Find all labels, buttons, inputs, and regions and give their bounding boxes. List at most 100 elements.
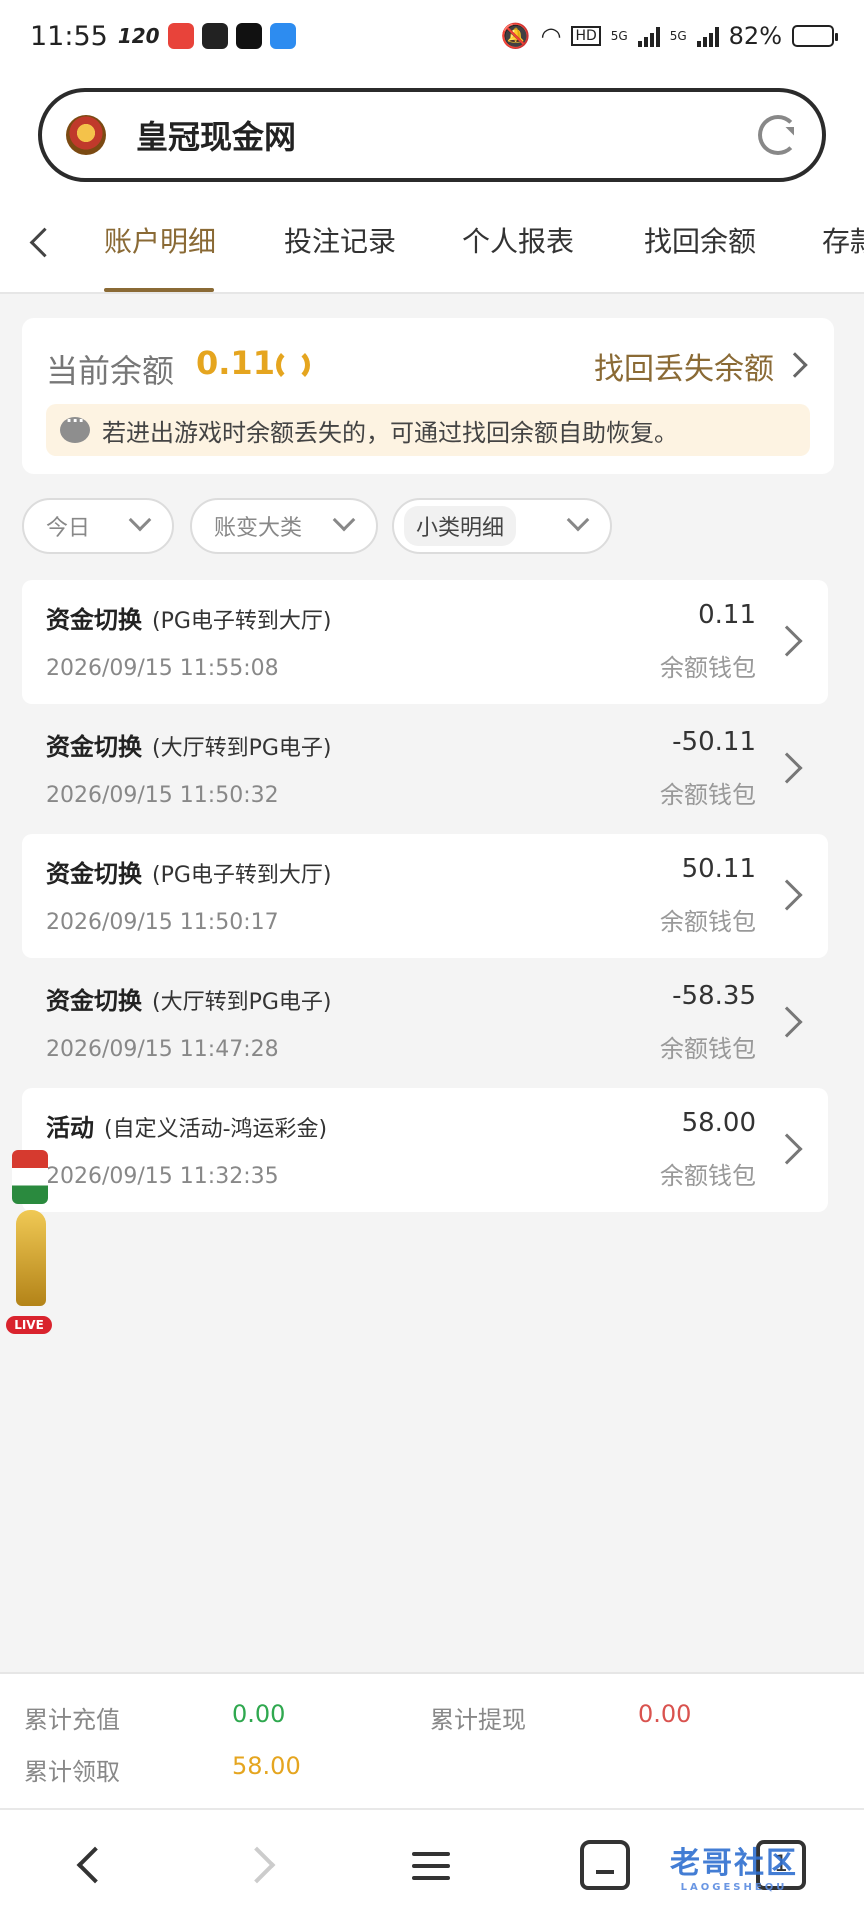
withdraw-total-label: 累计提现 xyxy=(430,1706,526,1734)
record-wallet: 余额钱包 xyxy=(660,1162,756,1190)
summary-panel: 累计充值 0.00 累计提现 0.00 累计领取 58.00 xyxy=(0,1672,864,1808)
list-item[interactable]: 活动 (自定义活动-鸿运彩金) 2026/09/15 11:32:35 58.00… xyxy=(22,1088,828,1212)
record-wallet: 余额钱包 xyxy=(660,908,756,936)
watermark-text: 老哥社区 xyxy=(670,1846,798,1881)
refresh-balance-icon[interactable] xyxy=(276,348,310,382)
reload-icon[interactable] xyxy=(758,115,798,155)
record-detail: (大厅转到PG电子) xyxy=(152,990,332,1015)
deposit-total-label: 累计充值 xyxy=(24,1706,120,1734)
chevron-right-icon xyxy=(771,1133,803,1165)
flag-icon xyxy=(12,1150,48,1204)
record-amount: 0.11 xyxy=(698,600,756,630)
list-item[interactable]: 资金切换 (PG电子转到大厅) 2026/09/15 11:50:17 50.11… xyxy=(22,834,828,958)
refresh-rate: 120 xyxy=(117,24,160,48)
list-item[interactable]: 资金切换 (大厅转到PG电子) 2026/09/15 11:47:28 -58.3… xyxy=(22,961,828,1085)
chevron-right-icon xyxy=(771,879,803,911)
record-title: 活动 xyxy=(46,1114,94,1142)
chevron-down-icon xyxy=(332,508,356,532)
record-date: 2026/09/15 11:55:08 xyxy=(46,656,279,681)
tab-personal-report[interactable]: 个人报表 xyxy=(462,220,574,260)
chevron-right-icon xyxy=(771,1006,803,1038)
tiktok-icon xyxy=(235,23,262,49)
record-date: 2026/09/15 11:50:32 xyxy=(46,783,279,808)
watermark-subtext: LAOGESHEQU xyxy=(680,1882,788,1893)
signal-icon-2 xyxy=(696,25,719,47)
record-title: 资金切换 xyxy=(46,987,142,1015)
home-icon[interactable] xyxy=(580,1840,630,1890)
record-date: 2026/09/15 11:47:28 xyxy=(46,1037,279,1062)
record-title-wrap: 资金切换 (PG电子转到大厅) xyxy=(46,600,331,635)
back-arrow-icon[interactable] xyxy=(20,220,60,264)
notice-text: 若进出游戏时余额丢失的，可通过找回余额自助恢复。 xyxy=(102,418,678,447)
record-wallet: 余额钱包 xyxy=(660,781,756,809)
list-item[interactable]: 资金切换 (PG电子转到大厅) 2026/09/15 11:55:08 0.11 … xyxy=(22,580,828,704)
address-bar[interactable]: 皇冠现金网 xyxy=(38,88,826,182)
battery-percent: 82% xyxy=(728,22,782,50)
record-amount: 58.00 xyxy=(681,1108,756,1138)
filter-subcategory[interactable]: 小类明细 xyxy=(392,498,612,554)
chat-bubble-icon xyxy=(60,411,90,443)
signal-icon xyxy=(637,25,660,47)
filter-subcategory-label: 小类明细 xyxy=(404,506,517,546)
filter-category[interactable]: 账变大类 xyxy=(190,498,378,554)
app-notification-icon xyxy=(167,23,194,49)
chevron-down-icon xyxy=(566,508,590,532)
mute-icon: 🔕 xyxy=(500,22,531,50)
active-tab-indicator xyxy=(104,288,214,292)
floating-live-widget[interactable]: LIVE xyxy=(6,1150,52,1336)
trophy-icon xyxy=(16,1210,46,1306)
battery-icon xyxy=(792,25,838,47)
filter-date-label: 今日 xyxy=(46,516,91,541)
record-detail: (自定义活动-鸿运彩金) xyxy=(104,1117,328,1142)
record-wallet: 余额钱包 xyxy=(660,1035,756,1063)
recover-lost-balance-link[interactable]: 找回丢失余额 xyxy=(594,344,774,388)
record-detail: (大厅转到PG电子) xyxy=(152,736,332,761)
watermark-logo: 老哥社区 LAOGESHEQU xyxy=(670,1838,798,1893)
chevron-right-icon xyxy=(771,625,803,657)
app-store-icon xyxy=(269,23,296,49)
balance-value: 0.11 xyxy=(196,344,275,382)
browser-address-area: 皇冠现金网 xyxy=(0,72,864,192)
record-wallet: 余额钱包 xyxy=(660,654,756,682)
tab-recover-balance[interactable]: 找回余额 xyxy=(644,220,756,260)
chevron-down-icon xyxy=(128,508,152,532)
record-title: 资金切换 xyxy=(46,733,142,761)
balance-label: 当前余额 xyxy=(46,352,175,390)
chevron-right-icon xyxy=(771,752,803,784)
record-title-wrap: 活动 (自定义活动-鸿运彩金) xyxy=(46,1108,327,1143)
claim-total-label: 累计领取 xyxy=(24,1758,120,1786)
network-label-2: 5G xyxy=(669,29,687,43)
back-icon[interactable] xyxy=(64,1840,114,1890)
record-date: 2026/09/15 11:32:35 xyxy=(46,1164,279,1189)
withdraw-total-value: 0.00 xyxy=(638,1700,692,1728)
record-title-wrap: 资金切换 (大厅转到PG电子) xyxy=(46,727,331,762)
chevron-right-icon[interactable] xyxy=(782,352,808,378)
site-title: 皇冠现金网 xyxy=(136,118,297,156)
record-amount: -50.11 xyxy=(672,727,756,757)
record-title: 资金切换 xyxy=(46,860,142,888)
record-date: 2026/09/15 11:50:17 xyxy=(46,910,279,935)
status-time: 11:55 xyxy=(30,20,108,52)
forward-icon[interactable] xyxy=(238,1840,288,1890)
tab-bar: 账户明细 投注记录 个人报表 找回余额 存款 xyxy=(0,192,864,294)
filter-category-label: 账变大类 xyxy=(214,516,303,541)
filter-date[interactable]: 今日 xyxy=(22,498,174,554)
browser-bottom-nav: 1 老哥社区 LAOGESHEQU xyxy=(0,1808,864,1920)
tab-deposit[interactable]: 存款 xyxy=(822,220,864,260)
status-bar: 11:55 120 🔕 ◠ HD 5G 5G 82% xyxy=(0,0,864,72)
deposit-total-value: 0.00 xyxy=(232,1700,286,1728)
wifi-icon: ◠ xyxy=(540,22,562,50)
live-badge: LIVE xyxy=(6,1316,52,1334)
tab-bet-records[interactable]: 投注记录 xyxy=(284,220,396,260)
notice-banner: 若进出游戏时余额丢失的，可通过找回余额自助恢复。 xyxy=(46,404,810,456)
list-item[interactable]: 资金切换 (大厅转到PG电子) 2026/09/15 11:50:32 -50.1… xyxy=(22,707,828,831)
balance-card: 当前余额 0.11 找回丢失余额 若进出游戏时余额丢失的，可通过找回余额自助恢复… xyxy=(22,318,834,474)
record-detail: (PG电子转到大厅) xyxy=(152,609,332,634)
menu-icon[interactable] xyxy=(406,1840,456,1890)
claim-total-value: 58.00 xyxy=(232,1752,301,1780)
record-amount: -58.35 xyxy=(672,981,756,1011)
record-detail: (PG电子转到大厅) xyxy=(152,863,332,888)
site-logo-icon xyxy=(66,115,106,155)
hd-icon: HD xyxy=(571,26,601,46)
tab-account-details[interactable]: 账户明细 xyxy=(104,220,216,260)
